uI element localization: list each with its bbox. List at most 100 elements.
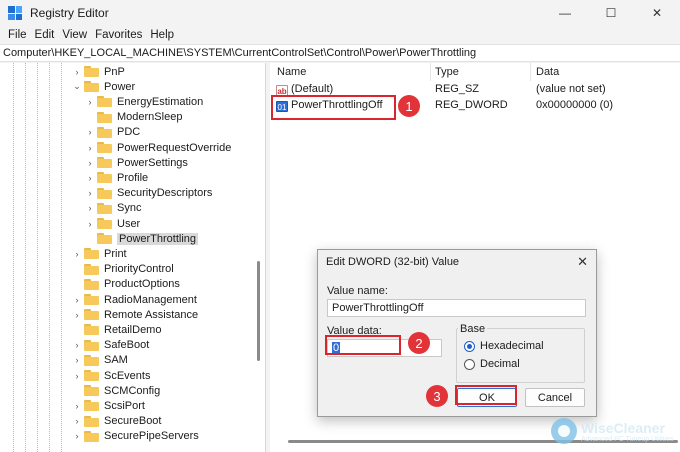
list-header: Name Type Data [270, 63, 680, 81]
tree-item-label: PnP [104, 65, 125, 78]
expand-chevron-icon[interactable]: › [72, 67, 82, 77]
expand-chevron-icon[interactable]: › [85, 203, 95, 213]
tree-item[interactable]: › SecurityDescriptors [85, 186, 213, 201]
expand-chevron-icon[interactable]: › [72, 401, 82, 411]
folder-icon [97, 96, 112, 108]
folder-icon [84, 354, 99, 366]
wisecleaner-logo-icon [551, 418, 577, 444]
folder-icon [84, 415, 99, 427]
expand-chevron-icon[interactable]: › [72, 416, 82, 426]
expand-chevron-icon[interactable]: › [72, 310, 82, 320]
expand-chevron-icon[interactable]: › [72, 295, 82, 305]
value-name-field: PowerThrottlingOff [327, 299, 586, 317]
close-button[interactable]: ✕ [634, 0, 680, 26]
tree-item[interactable]: SCMConfig [72, 383, 160, 398]
tree-item-label: Remote Assistance [104, 308, 199, 321]
folder-icon [84, 66, 99, 77]
tree-item[interactable]: › Remote Assistance [72, 307, 199, 322]
hexadecimal-radio[interactable]: Hexadecimal [464, 340, 544, 352]
tree-item-label: ProductOptions [104, 278, 180, 291]
tree-item[interactable]: › Sync [85, 201, 142, 216]
tree-item[interactable]: › User [85, 216, 141, 231]
tree-item[interactable]: PriorityControl [72, 262, 174, 277]
tree-item-label: SCMConfig [104, 384, 161, 397]
menu-help[interactable]: Help [146, 29, 178, 41]
tree-scrollbar[interactable] [257, 63, 261, 452]
expand-chevron-icon[interactable]: ⌄ [72, 81, 82, 92]
tree-item[interactable]: › RadioManagement [72, 292, 197, 307]
column-name[interactable]: Name [277, 66, 306, 78]
expand-chevron-icon[interactable]: › [85, 127, 95, 137]
tree-item-label: PowerThrottling [117, 232, 199, 245]
cancel-button[interactable]: Cancel [525, 388, 585, 407]
value-type: REG_DWORD [435, 99, 508, 111]
address-bar[interactable]: Computer\HKEY_LOCAL_MACHINE\SYSTEM\Curre… [0, 44, 680, 62]
tree-item[interactable]: RetailDemo [72, 322, 161, 337]
folder-icon [84, 248, 99, 260]
expand-chevron-icon[interactable]: › [85, 219, 95, 229]
folder-icon [97, 172, 112, 184]
folder-icon [97, 111, 112, 123]
tree-item[interactable]: ProductOptions [72, 277, 180, 292]
maximize-button[interactable]: ☐ [588, 0, 634, 26]
decimal-radio[interactable]: Decimal [464, 358, 520, 370]
step-3-badge: 3 [426, 385, 448, 407]
tree-item-label: PDC [117, 126, 141, 139]
folder-icon [97, 202, 112, 214]
tree-item[interactable]: › SAM [72, 353, 128, 368]
radio-selected-icon [464, 340, 475, 352]
expand-chevron-icon[interactable]: › [85, 188, 95, 198]
tree-item[interactable]: › SecurePipeServers [72, 429, 199, 444]
minimize-button[interactable]: — [542, 0, 588, 26]
tree-item[interactable]: › Profile [85, 170, 149, 185]
tree-item-label: SecurityDescriptors [117, 187, 213, 200]
expand-chevron-icon[interactable]: › [72, 249, 82, 259]
expand-chevron-icon[interactable]: › [85, 158, 95, 168]
registry-tree[interactable]: › PnP ⌄ Power › EnergyEstimation ModernSleep › P… [0, 63, 266, 452]
expand-chevron-icon[interactable]: › [85, 97, 95, 107]
tree-item-label: SAM [104, 354, 128, 367]
tree-item-label: SafeBoot [104, 339, 150, 352]
tree-item[interactable]: › EnergyEstimation [85, 94, 204, 109]
expand-chevron-icon[interactable]: › [72, 371, 82, 381]
tree-item[interactable]: › ScsiPort [72, 398, 145, 413]
tree-item-label: SecureBoot [104, 415, 162, 428]
decimal-label: Decimal [480, 358, 520, 370]
menu-favorites[interactable]: Favorites [91, 29, 146, 41]
column-data[interactable]: Data [536, 66, 559, 78]
tree-item[interactable]: › ScEvents [72, 368, 151, 383]
watermark-main: WiseCleaner [581, 419, 665, 436]
expand-chevron-icon[interactable]: › [85, 143, 95, 153]
tree-item[interactable]: › PnP [72, 64, 125, 79]
tree-item[interactable]: › SafeBoot [72, 338, 150, 353]
tree-item[interactable]: ⌄ Power [72, 79, 135, 94]
value-data: (value not set) [536, 83, 606, 95]
menu-view[interactable]: View [58, 29, 91, 41]
expand-chevron-icon[interactable]: › [72, 355, 82, 365]
window-title: Registry Editor [30, 6, 109, 20]
folder-icon [97, 142, 112, 153]
tree-item[interactable]: › Print [72, 246, 127, 261]
folder-icon [97, 126, 112, 138]
folder-icon [97, 233, 112, 245]
tree-item[interactable]: › PowerRequestOverride [85, 140, 232, 155]
column-type[interactable]: Type [435, 66, 459, 78]
base-label: Base [458, 323, 488, 335]
folder-icon [84, 81, 99, 93]
menu-edit[interactable]: Edit [31, 29, 59, 41]
tree-item[interactable]: PowerThrottling [85, 231, 199, 246]
folder-icon [84, 324, 99, 336]
tree-item[interactable]: › SecureBoot [72, 414, 162, 429]
title-bar: Registry Editor — ☐ ✕ [0, 0, 680, 26]
tree-item[interactable]: › PDC [85, 125, 141, 140]
expand-chevron-icon[interactable]: › [72, 431, 82, 441]
menu-file[interactable]: File [4, 29, 31, 41]
expand-chevron-icon[interactable]: › [85, 173, 95, 183]
dialog-close-icon[interactable]: ✕ [577, 254, 588, 270]
tree-scrollbar-thumb[interactable] [257, 261, 260, 361]
hexadecimal-label: Hexadecimal [480, 340, 544, 352]
tree-item[interactable]: › PowerSettings [85, 155, 188, 170]
tree-item[interactable]: ModernSleep [85, 110, 182, 125]
folder-icon [84, 339, 99, 351]
expand-chevron-icon[interactable]: › [72, 340, 82, 350]
